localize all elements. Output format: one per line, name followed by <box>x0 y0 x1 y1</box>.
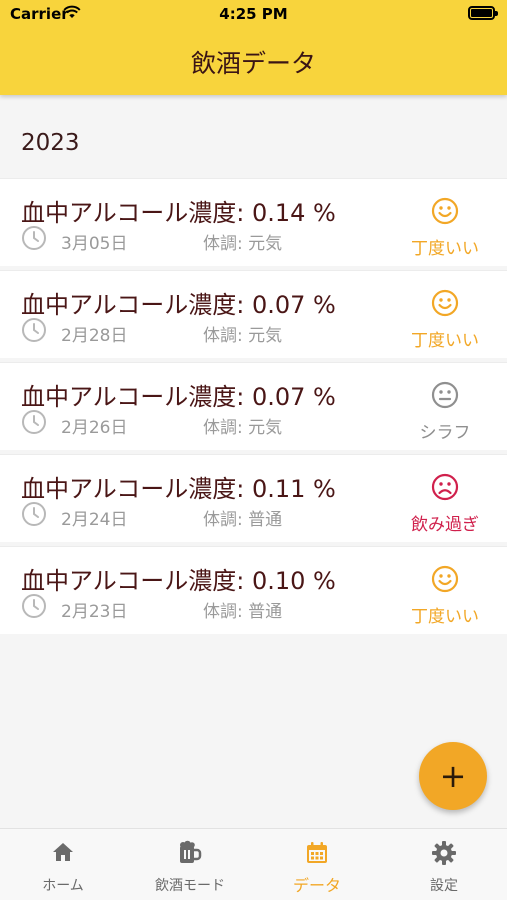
clock-icon <box>22 502 46 526</box>
smile-icon <box>431 565 459 593</box>
record-list: 血中アルコール濃度: 0.14 % 3月05日 体調: 元気 丁度いい 血中アル… <box>0 178 507 638</box>
beer-mug-icon <box>180 840 202 863</box>
record-condition: 体調: 元気 <box>203 326 283 346</box>
neutral-face-icon <box>431 381 459 409</box>
tab-label: 設定 <box>430 878 458 894</box>
status-time: 4:25 PM <box>219 5 288 23</box>
tab-data[interactable]: データ <box>254 829 380 900</box>
gear-icon <box>432 841 456 865</box>
year-section: 2023 <box>0 95 507 177</box>
mood-label: 丁度いい <box>411 239 479 259</box>
tab-bar: ホーム 飲酒モード データ 設定 <box>0 828 507 900</box>
record-date: 2月26日 <box>61 418 128 438</box>
record-row[interactable]: 血中アルコール濃度: 0.14 % 3月05日 体調: 元気 丁度いい <box>0 178 507 266</box>
record-title: 血中アルコール濃度: 0.07 % <box>21 291 336 319</box>
record-title: 血中アルコール濃度: 0.11 % <box>21 475 336 503</box>
record-title: 血中アルコール濃度: 0.14 % <box>21 199 336 227</box>
smile-icon <box>431 197 459 225</box>
record-row[interactable]: 血中アルコール濃度: 0.07 % 2月28日 体調: 元気 丁度いい <box>0 270 507 358</box>
mood-label: 丁度いい <box>411 607 479 627</box>
clock-icon <box>22 594 46 618</box>
app-header: Carrier 4:25 PM 飲酒データ <box>0 0 507 95</box>
calendar-icon <box>307 842 327 863</box>
mood-label: 飲み過ぎ <box>411 515 479 535</box>
tab-label: データ <box>292 876 341 895</box>
record-row[interactable]: 血中アルコール濃度: 0.11 % 2月24日 体調: 普通 飲み過ぎ <box>0 454 507 542</box>
tab-label: ホーム <box>42 878 84 894</box>
record-date: 2月24日 <box>61 510 128 530</box>
mood-label: シラフ <box>419 423 471 443</box>
clock-icon <box>22 226 46 250</box>
frown-icon <box>431 473 459 501</box>
record-condition: 体調: 普通 <box>203 602 283 622</box>
record-date: 2月28日 <box>61 326 128 346</box>
record-row[interactable]: 血中アルコール濃度: 0.07 % 2月26日 体調: 元気 シラフ <box>0 362 507 450</box>
year-label: 2023 <box>21 130 80 156</box>
record-condition: 体調: 元気 <box>203 418 283 438</box>
clock-icon <box>22 318 46 342</box>
record-title: 血中アルコール濃度: 0.07 % <box>21 383 336 411</box>
add-record-button[interactable]: + <box>419 742 487 810</box>
status-bar: Carrier 4:25 PM <box>0 0 507 30</box>
mood-label: 丁度いい <box>411 331 479 351</box>
record-title: 血中アルコール濃度: 0.10 % <box>21 567 336 595</box>
tab-settings[interactable]: 設定 <box>381 829 507 900</box>
home-icon <box>53 843 73 861</box>
smile-icon <box>431 289 459 317</box>
record-date: 2月23日 <box>61 602 128 622</box>
record-condition: 体調: 普通 <box>203 510 283 530</box>
page-title: 飲酒データ <box>190 49 316 78</box>
battery-icon <box>468 6 498 20</box>
record-condition: 体調: 元気 <box>203 234 283 254</box>
tab-home[interactable]: ホーム <box>0 829 126 900</box>
record-date: 3月05日 <box>61 234 128 254</box>
clock-icon <box>22 410 46 434</box>
tab-drinking-mode[interactable]: 飲酒モード <box>127 829 253 900</box>
tab-label: 飲酒モード <box>155 878 225 894</box>
record-row[interactable]: 血中アルコール濃度: 0.10 % 2月23日 体調: 普通 丁度いい <box>0 546 507 634</box>
